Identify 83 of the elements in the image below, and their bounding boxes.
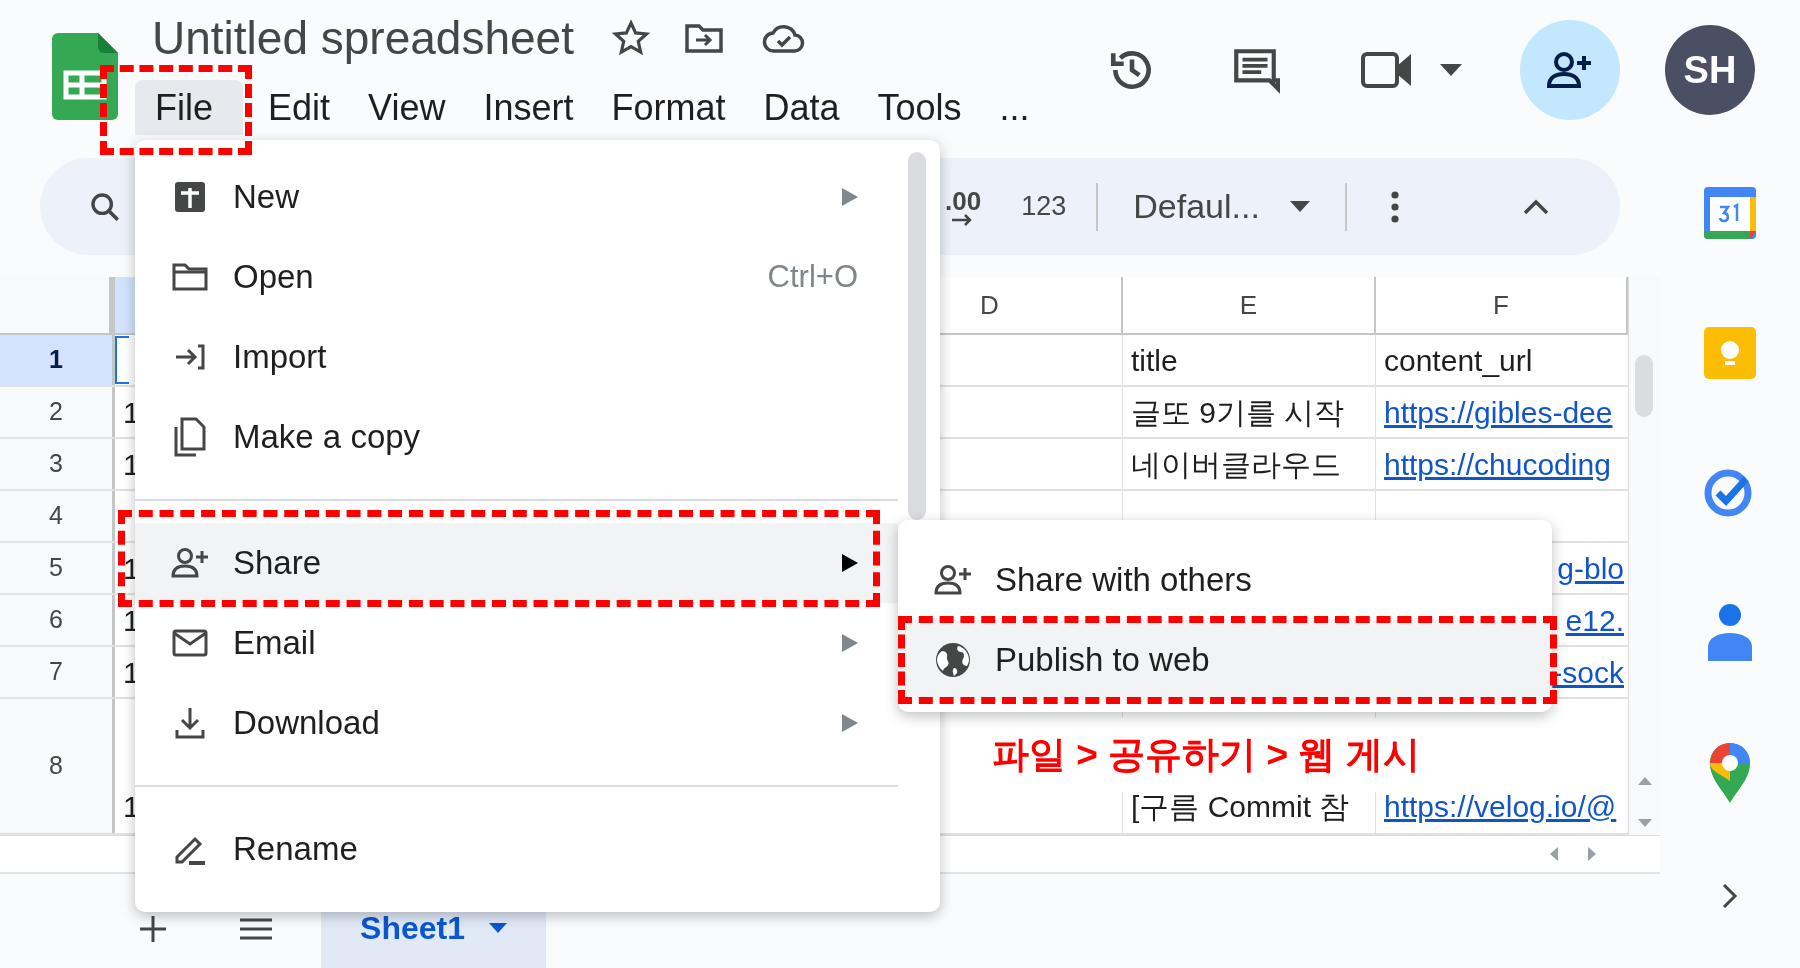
menu-item[interactable]: View: [349, 80, 465, 135]
menu-item[interactable]: Share: [135, 523, 898, 603]
menu-item[interactable]: Publish to web: [898, 620, 1552, 700]
scroll-right-icon[interactable]: [1588, 847, 1596, 861]
row-header[interactable]: 5: [0, 543, 115, 593]
table-link[interactable]: g-blo: [1557, 545, 1624, 591]
menu-scrollbar-thumb[interactable]: [908, 152, 926, 520]
menu-item[interactable]: Email: [135, 603, 898, 683]
chevron-up-icon[interactable]: [1522, 198, 1549, 215]
annotation-text: 파일 > 공유하기 > 웹 게시: [992, 733, 1420, 778]
menu-item[interactable]: Import: [135, 317, 898, 397]
scrollbar-thumb[interactable]: [1635, 355, 1653, 417]
scroll-left-icon[interactable]: [1550, 847, 1558, 861]
menu-label: Download: [233, 703, 380, 744]
menu-label: Email: [233, 623, 316, 664]
person-add-icon: [934, 564, 972, 596]
table-cell-text: title: [1131, 342, 1178, 379]
decimal-button[interactable]: .00: [945, 187, 982, 226]
menu-item[interactable]: Edit: [249, 80, 350, 135]
spreadsheet-logo-icon[interactable]: [52, 33, 118, 120]
row-header[interactable]: 8: [0, 699, 115, 833]
add-sheet-icon[interactable]: [140, 916, 166, 942]
column-header[interactable]: E: [1123, 277, 1376, 333]
menu-label: Import: [233, 337, 327, 378]
menu-label: Rename: [233, 829, 358, 870]
corner-cell[interactable]: [0, 277, 115, 333]
number-format-button[interactable]: 123: [1021, 186, 1067, 227]
table-link[interactable]: https://gibles-dee: [1384, 389, 1613, 435]
shortcut-text: Ctrl+O: [767, 257, 858, 296]
import-icon: [174, 344, 206, 370]
folder-icon: [172, 263, 208, 291]
table-link[interactable]: e12.: [1565, 597, 1624, 643]
row-header[interactable]: 2: [0, 387, 115, 437]
menu-label: Open: [233, 257, 314, 298]
star-icon[interactable]: [611, 18, 650, 57]
copy-icon: [173, 417, 207, 457]
table-cell-text: 네이버클라우드: [1131, 446, 1341, 483]
menu-item[interactable]: New: [135, 157, 898, 237]
menu-label: Share with others: [995, 560, 1252, 601]
menu-item[interactable]: Share with others: [898, 540, 1552, 620]
more-vertical-icon[interactable]: [1390, 190, 1399, 223]
menu-label: Publish to web: [995, 640, 1210, 681]
account-avatar[interactable]: SH: [1665, 25, 1755, 115]
row-header[interactable]: 3: [0, 439, 115, 489]
caret-icon: [1289, 201, 1310, 212]
menu-item[interactable]: File: [135, 80, 243, 135]
menu-label: Share: [233, 543, 322, 584]
menu-item[interactable]: Download: [135, 683, 898, 763]
menu-item[interactable]: Rename: [135, 809, 898, 889]
menu-label: New: [233, 177, 300, 218]
menu-item[interactable]: Open Ctrl+O: [135, 237, 898, 317]
grid-plus-icon: [174, 181, 206, 213]
person-add-icon: [171, 547, 209, 579]
row-header[interactable]: 4: [0, 491, 115, 541]
caret-icon[interactable]: [1440, 64, 1462, 76]
globe-icon: [934, 641, 972, 679]
table-cell-text: content_url: [1384, 342, 1533, 379]
menu-label: Make a copy: [233, 417, 421, 458]
menu-item[interactable]: Data: [744, 80, 859, 135]
menu-item[interactable]: Make a copy: [135, 397, 898, 477]
menu-item[interactable]: Tools: [858, 80, 981, 135]
selected-cell[interactable]: [115, 336, 129, 384]
chevron-right-icon[interactable]: [1722, 883, 1738, 909]
table-link[interactable]: -sock: [1552, 649, 1624, 695]
person-add-icon: [1546, 50, 1594, 90]
table-link[interactable]: https://chucoding: [1384, 441, 1611, 487]
row-header[interactable]: 6: [0, 595, 115, 645]
table-link[interactable]: https://velog.io/@: [1384, 784, 1617, 829]
download-icon: [174, 706, 206, 740]
table-cell-text: [구름 Commit 참: [1131, 789, 1350, 825]
menu-item[interactable]: Format: [592, 80, 745, 135]
person-icon[interactable]: [1705, 601, 1755, 661]
menu-item[interactable]: Insert: [464, 80, 593, 135]
row-header[interactable]: 1: [0, 335, 115, 385]
caret-icon: [488, 923, 507, 933]
envelope-icon: [172, 629, 208, 657]
map-pin-icon[interactable]: [1708, 741, 1752, 803]
font-select[interactable]: Defaul...: [1133, 181, 1310, 232]
table-cell-text: 글또 9기를 시작: [1131, 394, 1345, 431]
row-header[interactable]: 7: [0, 647, 115, 697]
sheet-list-icon[interactable]: [240, 918, 272, 940]
menu-item[interactable]: ...: [980, 80, 1049, 135]
calendar-icon[interactable]: [1702, 185, 1758, 241]
